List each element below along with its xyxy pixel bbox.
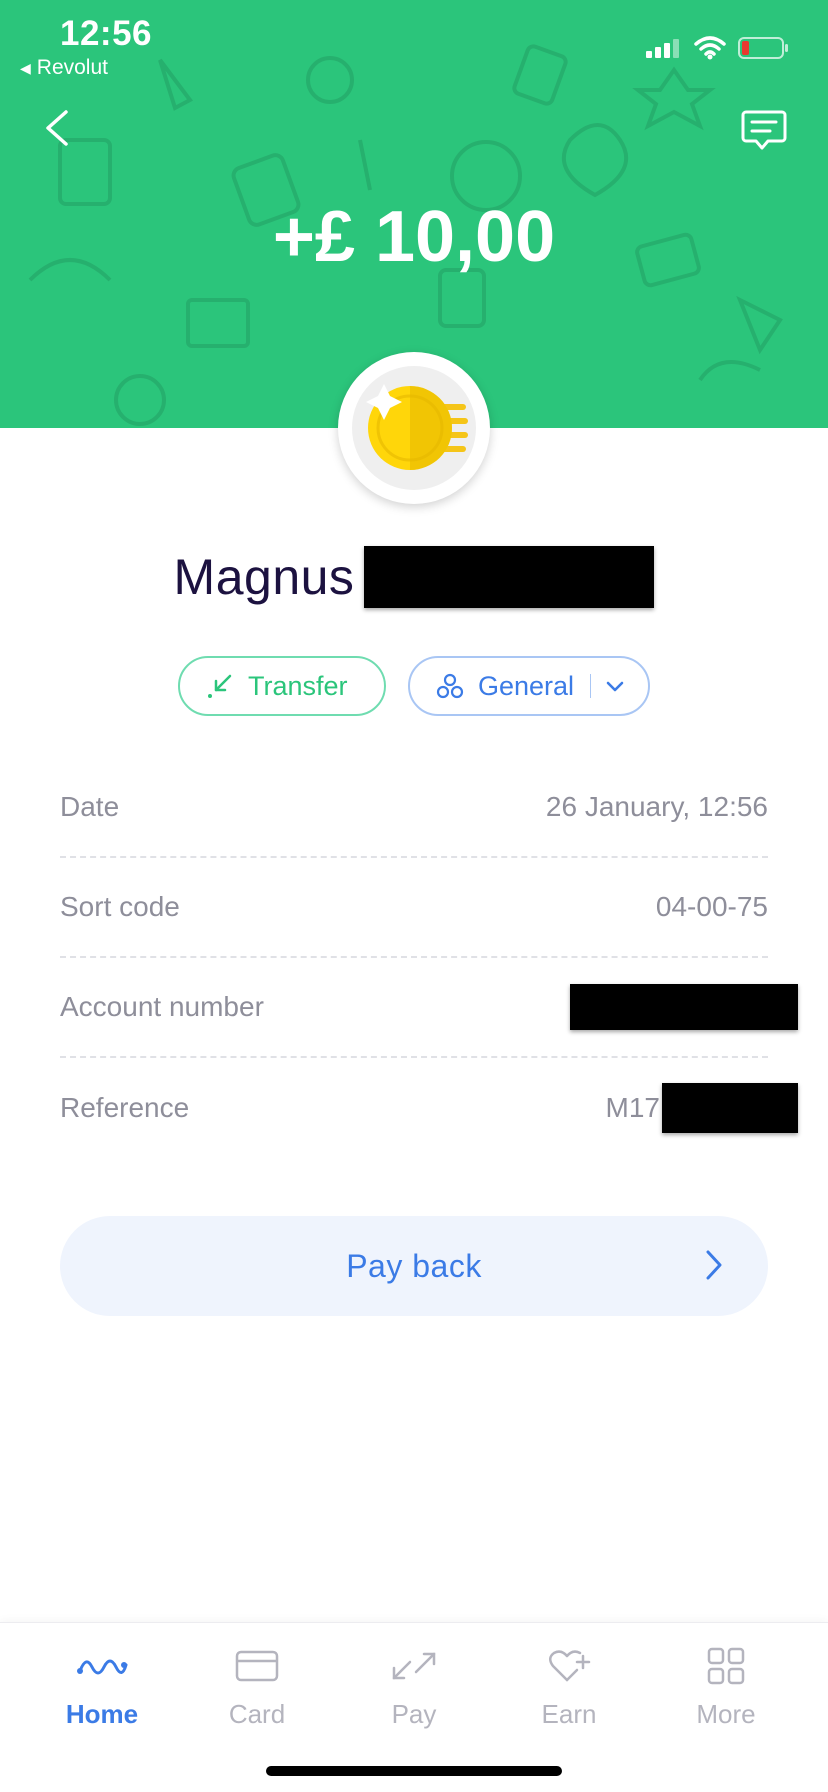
merchant-name: Magnus (173, 549, 355, 605)
status-time: 12:56 (60, 14, 153, 53)
tab-home[interactable]: Home (42, 1641, 162, 1730)
merchant-avatar (338, 352, 490, 504)
transaction-amount: +£ 10,00 (272, 197, 556, 277)
status-icons (646, 36, 790, 60)
transfer-chip[interactable]: Transfer (178, 656, 386, 716)
category-chip-label: General (478, 670, 575, 701)
signal-icon (646, 39, 679, 58)
battery-icon (738, 37, 788, 59)
incoming-arrow-icon (208, 674, 232, 698)
detail-row-account-number: Account number (60, 958, 798, 1058)
heart-plus-icon (549, 1650, 591, 1682)
chevron-right-icon (706, 1250, 722, 1280)
detail-row-date: Date 26 January, 12:56 (60, 758, 768, 858)
tab-card[interactable]: Card (197, 1641, 317, 1730)
detail-key: Reference (60, 1092, 190, 1123)
transfer-chip-label: Transfer (248, 670, 348, 701)
home-wave-icon (77, 1659, 128, 1675)
category-circles-icon (436, 673, 464, 699)
grid-icon (707, 1647, 745, 1685)
transaction-tags: Transfer General (0, 656, 828, 716)
detail-value: 26 January, 12:56 (545, 791, 768, 822)
detail-row-sort-code: Sort code 04-00-75 (60, 858, 768, 958)
chat-icon[interactable] (740, 108, 788, 152)
tab-label: Card (228, 1699, 286, 1729)
detail-key: Sort code (60, 891, 180, 922)
detail-value: 04-00-75 (655, 891, 768, 922)
redaction-block (364, 546, 655, 608)
card-icon (235, 1650, 279, 1682)
tab-earn[interactable]: Earn (509, 1641, 629, 1730)
back-chevron-icon[interactable] (40, 106, 74, 150)
tab-label: Home (65, 1699, 139, 1729)
coin-icon (352, 366, 476, 490)
detail-key: Account number (60, 991, 264, 1022)
pay-arrows-icon (392, 1652, 436, 1680)
tab-label: More (696, 1699, 756, 1729)
detail-row-reference: Reference M17 (60, 1058, 798, 1158)
detail-value-container: M17 (605, 1083, 798, 1133)
tab-more[interactable]: More (666, 1641, 786, 1730)
detail-value-container (570, 984, 798, 1030)
transaction-details: Date 26 January, 12:56 Sort code 04-00-7… (60, 758, 798, 1158)
chip-divider (590, 674, 592, 698)
wifi-icon (694, 36, 726, 60)
tab-label: Pay (391, 1699, 437, 1729)
tab-label: Earn (541, 1699, 597, 1729)
home-indicator[interactable] (266, 1766, 562, 1776)
back-to-app-link[interactable]: ◀ Revolut (20, 56, 108, 80)
merchant-name-row: Magnus (0, 546, 828, 608)
tab-pay[interactable]: Pay (354, 1641, 474, 1730)
reference-value: M17 (605, 1092, 660, 1123)
pay-back-label: Pay back (346, 1247, 482, 1284)
redaction-block (570, 984, 798, 1030)
triangle-left-icon: ◀ (20, 60, 31, 76)
back-app-label: Revolut (36, 56, 108, 79)
redaction-block (662, 1083, 798, 1133)
chevron-down-icon[interactable] (605, 679, 625, 693)
category-chip[interactable]: General (408, 656, 650, 716)
pay-back-button[interactable]: Pay back (60, 1216, 768, 1316)
detail-key: Date (60, 791, 120, 822)
